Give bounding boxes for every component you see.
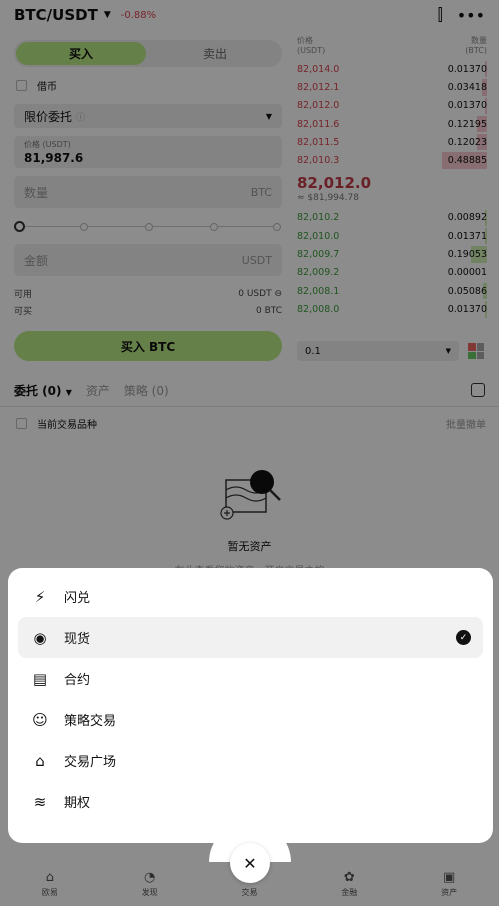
close-icon[interactable]: ✕ <box>230 843 270 883</box>
menu-item-label: 策略交易 <box>64 714 117 729</box>
menu-item-label: 闪兑 <box>64 591 91 606</box>
strategy-trading-icon: ☺ <box>32 710 48 729</box>
menu-item-flash-swap[interactable]: ⚡ 闪兑 <box>18 576 483 617</box>
trading-plaza-icon: ⌂ <box>35 751 45 770</box>
menu-item-futures[interactable]: ▤ 合约 <box>18 658 483 699</box>
check-icon: ✓ <box>456 630 471 645</box>
trade-type-menu: ⚡ 闪兑 ◉ 现货 ✓ ▤ 合约 ☺ 策略交易 ⌂ 交易广场 ≋ 期权 <box>8 568 493 843</box>
spot-icon: ◉ <box>33 628 47 647</box>
menu-item-label: 现货 <box>64 632 91 647</box>
options-icon: ≋ <box>33 792 47 811</box>
menu-item-trading-plaza[interactable]: ⌂ 交易广场 <box>18 740 483 781</box>
menu-item-label: 交易广场 <box>64 755 117 770</box>
futures-icon: ▤ <box>32 669 48 688</box>
menu-item-strategy-trading[interactable]: ☺ 策略交易 <box>18 699 483 740</box>
flash-swap-icon: ⚡ <box>34 587 46 606</box>
menu-item-label: 合约 <box>64 673 91 688</box>
menu-item-spot[interactable]: ◉ 现货 ✓ <box>18 617 483 658</box>
menu-item-label: 期权 <box>64 796 91 811</box>
menu-item-options[interactable]: ≋ 期权 <box>18 781 483 822</box>
